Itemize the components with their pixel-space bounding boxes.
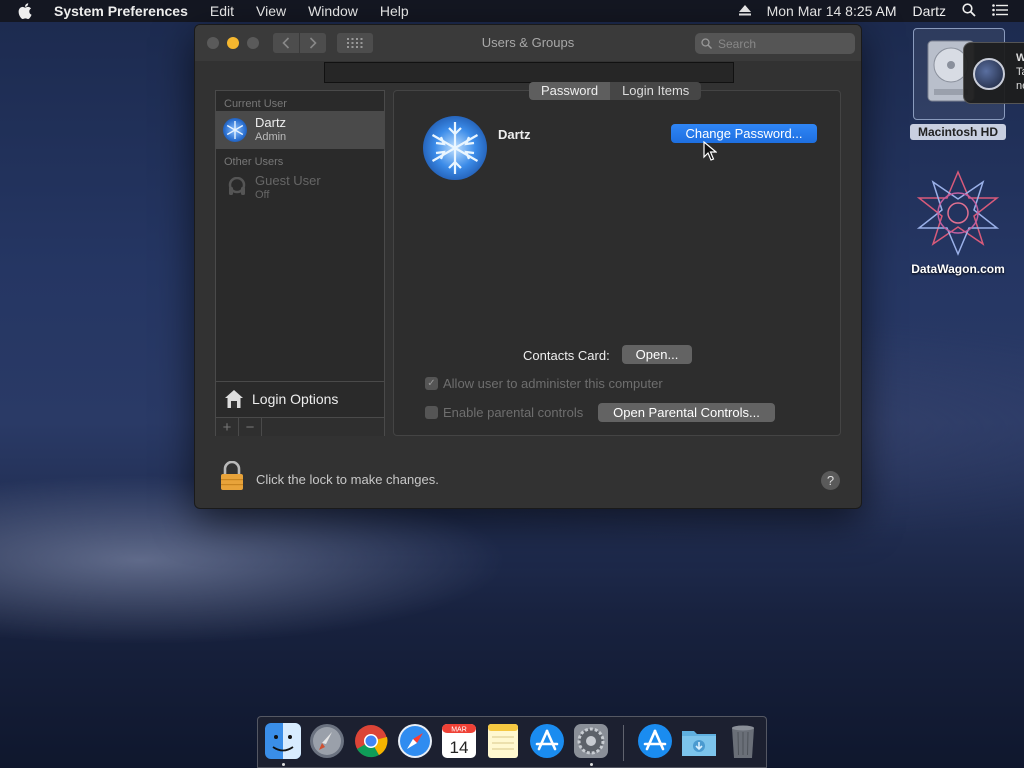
- downloads-folder-icon[interactable]: [680, 722, 718, 760]
- password-slot-bar: [324, 62, 734, 83]
- contacts-card-label: Contacts Card:: [523, 348, 610, 363]
- tab-bar: Password Login Items: [529, 82, 702, 100]
- lock-icon[interactable]: [220, 461, 244, 491]
- menu-window[interactable]: Window: [308, 3, 358, 19]
- menu-help[interactable]: Help: [380, 3, 409, 19]
- user-name: Dartz: [255, 115, 287, 130]
- help-button[interactable]: ?: [821, 471, 840, 490]
- dock: MAR 14: [257, 716, 767, 768]
- macintosh-hd-label[interactable]: Macintosh HD: [910, 124, 1006, 140]
- eject-icon[interactable]: [738, 3, 751, 19]
- menu-app-name[interactable]: System Preferences: [54, 3, 188, 19]
- system-preferences-icon[interactable]: [572, 722, 610, 760]
- notification-text: W Ta ne: [1016, 52, 1024, 92]
- calendar-day: 14: [450, 738, 469, 757]
- snowflake-avatar-icon: [223, 118, 247, 142]
- calendar-month: MAR: [451, 727, 467, 734]
- notification-banner[interactable]: W Ta ne: [963, 42, 1024, 104]
- notification-app-icon: [973, 58, 1005, 90]
- tab-password[interactable]: Password: [529, 82, 611, 100]
- search-placeholder: Search: [718, 36, 757, 51]
- menu-clock[interactable]: Mon Mar 14 8:25 AM: [767, 3, 897, 19]
- spotlight-icon[interactable]: [962, 2, 976, 20]
- sidebar-item-guest-user[interactable]: Guest User Off: [216, 169, 384, 207]
- app-store-downloads-icon[interactable]: [636, 722, 674, 760]
- launchpad-icon[interactable]: [308, 722, 346, 760]
- safari-icon[interactable]: [396, 722, 434, 760]
- menu-view[interactable]: View: [256, 3, 286, 19]
- current-user-header: Current User: [224, 98, 287, 110]
- sidebar-toolbar: + −: [216, 417, 384, 436]
- notification-center-icon[interactable]: [992, 3, 1008, 19]
- checkmark-icon: ✓: [425, 377, 438, 390]
- add-user-button[interactable]: +: [216, 418, 239, 436]
- menu-user[interactable]: Dartz: [913, 3, 946, 19]
- app-store-icon[interactable]: [528, 722, 566, 760]
- search-icon: [701, 38, 712, 49]
- calendar-icon[interactable]: MAR 14: [440, 722, 478, 760]
- trash-icon[interactable]: [724, 722, 762, 760]
- parental-controls-checkbox[interactable]: Enable parental controls: [425, 405, 583, 420]
- datawagon-icon[interactable]: [915, 170, 1001, 256]
- finder-icon[interactable]: [264, 722, 302, 760]
- open-parental-controls-button[interactable]: Open Parental Controls...: [598, 403, 775, 422]
- parental-controls-label: Enable parental controls: [443, 405, 584, 420]
- selected-user-name: Dartz: [498, 127, 531, 142]
- user-role: Admin: [255, 131, 287, 143]
- change-password-button[interactable]: Change Password...: [671, 124, 817, 143]
- login-options-label: Login Options: [252, 391, 339, 407]
- users-sidebar: Current User Dartz Admin Other Users Gue…: [215, 90, 385, 436]
- dock-separator: [623, 725, 624, 761]
- lock-message: Click the lock to make changes.: [256, 472, 439, 487]
- mouse-pointer-icon: [703, 141, 717, 161]
- guest-user-status: Off: [255, 189, 270, 201]
- empty-checkbox-icon: [425, 406, 438, 419]
- guest-user-icon: [228, 177, 246, 195]
- running-indicator: [590, 763, 593, 766]
- menu-bar: System Preferences Edit View Window Help…: [0, 0, 1024, 22]
- remove-user-button[interactable]: −: [239, 418, 262, 436]
- notes-icon[interactable]: [484, 722, 522, 760]
- house-icon: [225, 390, 243, 408]
- tab-login-items[interactable]: Login Items: [610, 82, 702, 100]
- allow-admin-label: Allow user to administer this computer: [443, 376, 663, 391]
- menu-edit[interactable]: Edit: [210, 3, 234, 19]
- datawagon-label[interactable]: DataWagon.com: [898, 262, 1018, 276]
- running-indicator: [282, 763, 285, 766]
- users-groups-window: Users & Groups Search Current User Dartz…: [194, 24, 862, 509]
- open-contacts-button[interactable]: Open...: [622, 345, 692, 364]
- sidebar-item-dartz[interactable]: Dartz Admin: [216, 111, 384, 149]
- apple-menu-icon[interactable]: [18, 3, 40, 19]
- login-options-item[interactable]: Login Options: [216, 381, 384, 416]
- chrome-icon[interactable]: [352, 722, 390, 760]
- allow-admin-checkbox[interactable]: ✓ Allow user to administer this computer: [425, 376, 663, 391]
- guest-user-name: Guest User: [255, 173, 321, 188]
- snowflake-icon: [431, 122, 479, 174]
- other-users-header: Other Users: [224, 156, 284, 168]
- search-field[interactable]: Search: [695, 33, 855, 54]
- user-picture[interactable]: [423, 116, 487, 180]
